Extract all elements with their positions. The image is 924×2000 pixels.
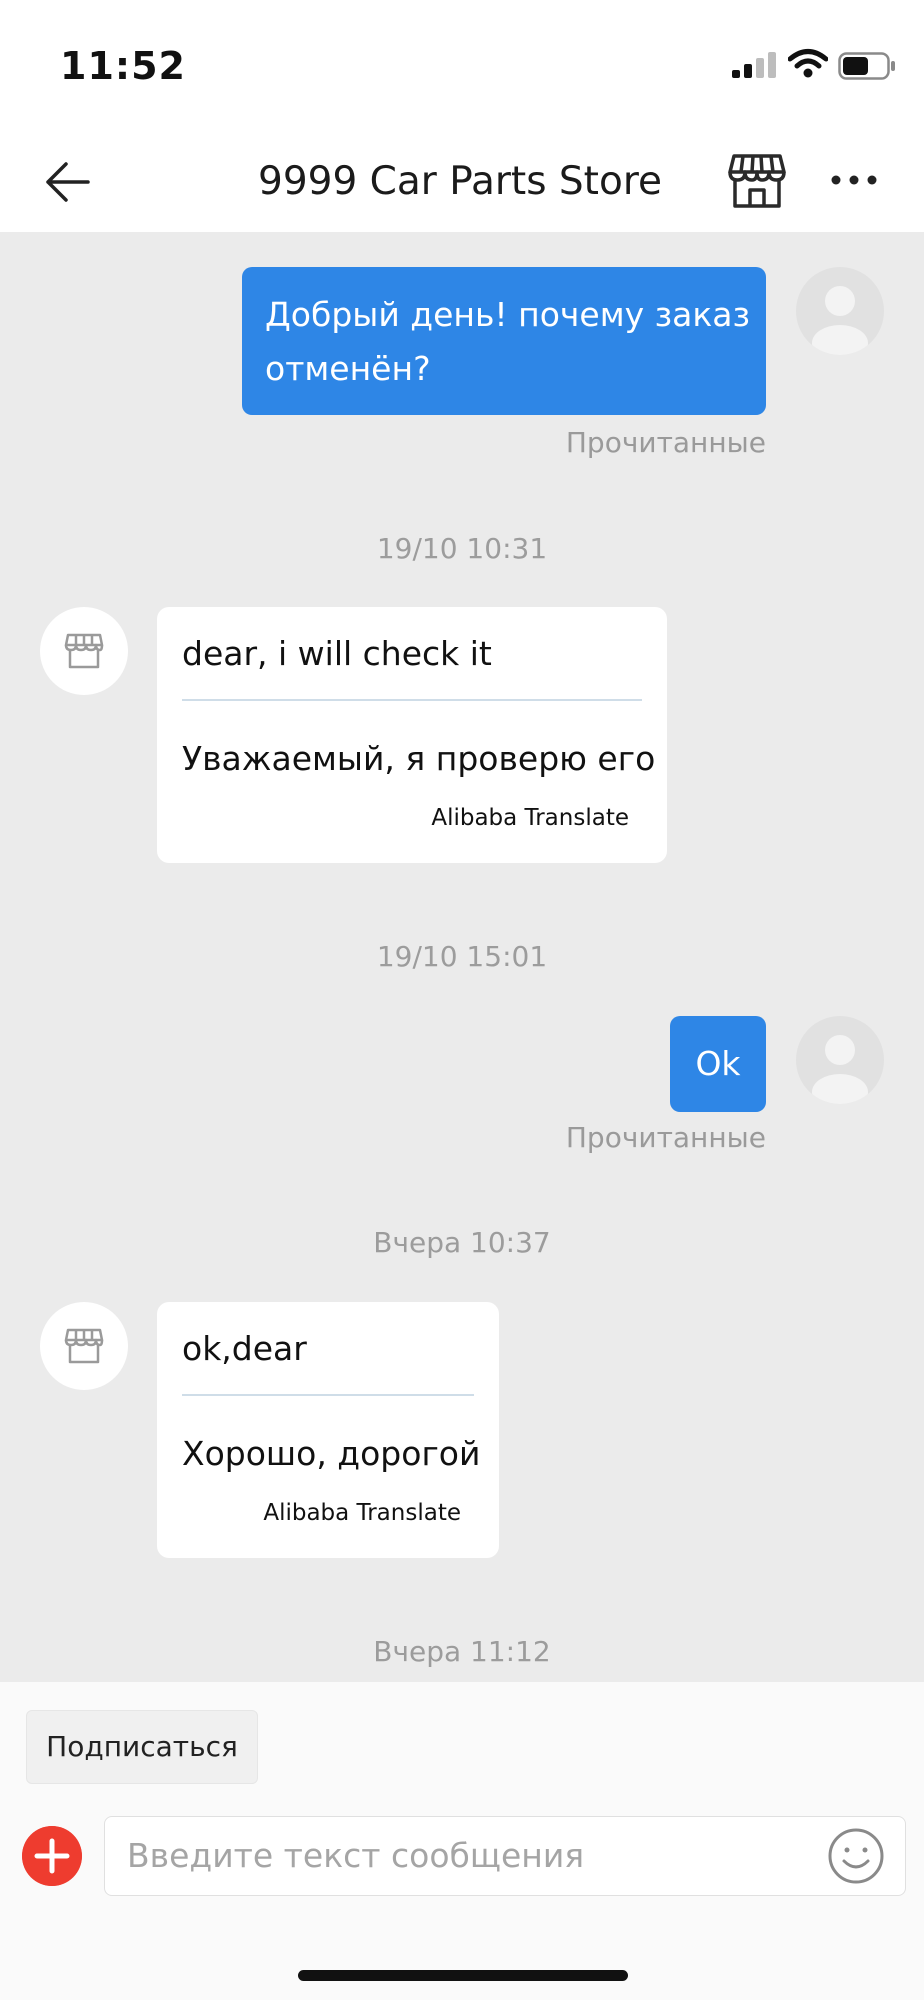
message-timestamp: 19/10 10:31 (376, 532, 548, 565)
arrow-left-icon (46, 162, 90, 202)
page-title: 9999 Car Parts Store (258, 159, 662, 204)
outgoing-message-bubble[interactable]: Добрый день! почему заказ отменён? (242, 267, 766, 415)
message-composer: Подписаться Введите текст сообщения (0, 1682, 924, 2000)
status-time: 11:52 (60, 44, 186, 88)
message-timestamp: Вчера 10:37 (373, 1226, 551, 1259)
storefront-icon (64, 1328, 104, 1364)
message-text-line: отменён? (265, 349, 431, 388)
add-attachment-button[interactable] (22, 1826, 82, 1886)
status-bar: 11:52 (0, 0, 924, 130)
user-silhouette-icon (812, 286, 868, 355)
chat-header: 9999 Car Parts Store (0, 130, 924, 232)
message-input[interactable]: Введите текст сообщения (104, 1816, 906, 1896)
cellular-signal-icon (732, 52, 776, 78)
incoming-message-bubble[interactable]: dear, i will check it Уважаемый, я прове… (157, 607, 667, 863)
translated-text: Хорошо, дорогой (182, 1434, 481, 1473)
original-text: ok,dear (182, 1329, 307, 1368)
incoming-message-bubble[interactable]: ok,dear Хорошо, дорогой Alibaba Translat… (157, 1302, 499, 1558)
emoji-button[interactable] (827, 1827, 885, 1885)
message-text-line: Добрый день! почему заказ (265, 295, 751, 334)
message-list[interactable]: Добрый день! почему заказ отменён? Прочи… (0, 232, 924, 1682)
store-avatar[interactable] (40, 1302, 128, 1390)
more-options-button[interactable] (830, 160, 878, 200)
storefront-icon (64, 633, 104, 669)
message-text: Ok (695, 1044, 741, 1083)
battery-icon (838, 52, 895, 80)
read-status: Прочитанные (565, 426, 766, 459)
message-timestamp: 19/10 15:01 (376, 940, 548, 973)
translation-divider (182, 699, 642, 701)
outgoing-message-bubble[interactable]: Ok (670, 1016, 766, 1112)
wifi-icon (788, 49, 828, 78)
back-button[interactable] (40, 154, 96, 210)
translated-text: Уважаемый, я проверю его (182, 739, 656, 778)
smiley-icon (828, 1828, 884, 1884)
store-button[interactable] (726, 150, 788, 212)
plus-circle-icon (22, 1826, 82, 1886)
user-silhouette-icon (812, 1035, 868, 1104)
message-input-placeholder: Введите текст сообщения (127, 1836, 585, 1875)
subscribe-button[interactable]: Подписаться (26, 1710, 258, 1784)
translation-divider (182, 1394, 474, 1396)
translation-credit: Alibaba Translate (263, 1500, 461, 1526)
user-avatar[interactable] (796, 1016, 884, 1104)
original-text: dear, i will check it (182, 634, 492, 673)
ellipsis-icon (831, 175, 877, 185)
home-indicator[interactable] (298, 1970, 628, 1981)
user-avatar[interactable] (796, 267, 884, 355)
translation-credit: Alibaba Translate (431, 805, 629, 831)
message-timestamp: Вчера 11:12 (373, 1635, 551, 1668)
storefront-icon (728, 154, 786, 208)
store-avatar[interactable] (40, 607, 128, 695)
read-status: Прочитанные (565, 1121, 766, 1154)
